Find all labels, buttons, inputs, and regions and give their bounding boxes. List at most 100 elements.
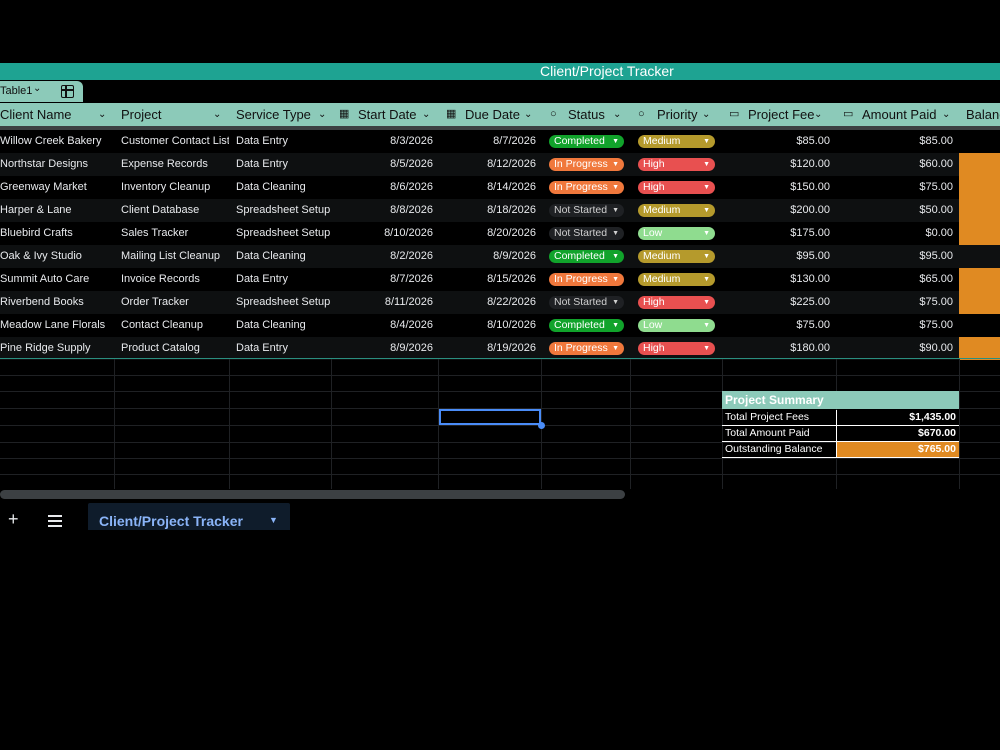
chip-dropdown-icon[interactable]: ▼ bbox=[612, 227, 619, 240]
status-chip[interactable]: Completed ▼ bbox=[549, 319, 624, 332]
summary-row[interactable]: Total Project Fees $1,435.00 bbox=[722, 410, 959, 426]
menu-icon[interactable] bbox=[48, 515, 62, 530]
chip-dropdown-icon[interactable]: ▼ bbox=[612, 273, 619, 286]
amount-paid-cell[interactable]: $75.00 bbox=[840, 176, 953, 199]
chevron-down-icon[interactable]: ⌄ bbox=[524, 103, 532, 126]
column-header-start-date[interactable]: Start Date bbox=[358, 103, 417, 126]
service-type-cell[interactable]: Data Cleaning bbox=[236, 245, 331, 268]
balance-cell[interactable] bbox=[959, 337, 1000, 360]
status-chip[interactable]: Not Started ▼ bbox=[549, 204, 624, 217]
chip-dropdown-icon[interactable]: ▼ bbox=[703, 158, 710, 171]
amount-paid-cell[interactable]: $85.00 bbox=[840, 130, 953, 153]
column-header-priority[interactable]: Priority bbox=[657, 103, 697, 126]
column-header-service-type[interactable]: Service Type bbox=[236, 103, 311, 126]
chevron-down-icon[interactable]: ⌄ bbox=[33, 83, 41, 94]
balance-cell[interactable] bbox=[959, 199, 1000, 222]
chip-dropdown-icon[interactable]: ▼ bbox=[612, 296, 619, 309]
start-date-cell[interactable]: 8/4/2026 bbox=[340, 314, 433, 337]
chip-dropdown-icon[interactable]: ▼ bbox=[612, 158, 619, 171]
chip-dropdown-icon[interactable]: ▼ bbox=[703, 273, 710, 286]
project-fee-cell[interactable]: $175.00 bbox=[730, 222, 830, 245]
service-type-cell[interactable]: Data Cleaning bbox=[236, 314, 331, 337]
due-date-cell[interactable]: 8/22/2026 bbox=[446, 291, 536, 314]
priority-chip[interactable]: High ▼ bbox=[638, 158, 715, 171]
due-date-cell[interactable]: 8/12/2026 bbox=[446, 153, 536, 176]
status-chip[interactable]: Not Started ▼ bbox=[549, 227, 624, 240]
priority-chip[interactable]: Low ▼ bbox=[638, 319, 715, 332]
start-date-cell[interactable]: 8/6/2026 bbox=[340, 176, 433, 199]
column-header-status[interactable]: Status bbox=[568, 103, 605, 126]
chip-dropdown-icon[interactable]: ▼ bbox=[703, 204, 710, 217]
client-name-cell[interactable]: Greenway Market bbox=[0, 176, 112, 199]
balance-cell[interactable] bbox=[959, 153, 1000, 176]
chevron-down-icon[interactable]: ⌄ bbox=[702, 103, 710, 126]
service-type-cell[interactable]: Data Entry bbox=[236, 130, 331, 153]
project-fee-cell[interactable]: $225.00 bbox=[730, 291, 830, 314]
due-date-cell[interactable]: 8/9/2026 bbox=[446, 245, 536, 268]
due-date-cell[interactable]: 8/15/2026 bbox=[446, 268, 536, 291]
start-date-cell[interactable]: 8/9/2026 bbox=[340, 337, 433, 360]
due-date-cell[interactable]: 8/7/2026 bbox=[446, 130, 536, 153]
project-cell[interactable]: Product Catalog bbox=[121, 337, 229, 360]
table-row[interactable]: Bluebird Crafts Sales Tracker Spreadsheet … bbox=[0, 222, 1000, 245]
service-type-cell[interactable]: Spreadsheet Setup bbox=[236, 222, 331, 245]
project-cell[interactable]: Contact Cleanup bbox=[121, 314, 229, 337]
status-chip[interactable]: In Progress ▼ bbox=[549, 158, 624, 171]
chip-dropdown-icon[interactable]: ▼ bbox=[612, 319, 619, 332]
start-date-cell[interactable]: 8/3/2026 bbox=[340, 130, 433, 153]
start-date-cell[interactable]: 8/5/2026 bbox=[340, 153, 433, 176]
chip-dropdown-icon[interactable]: ▼ bbox=[612, 342, 619, 355]
table-row[interactable]: Summit Auto Care Invoice Records Data Entr… bbox=[0, 268, 1000, 291]
project-fee-cell[interactable]: $120.00 bbox=[730, 153, 830, 176]
service-type-cell[interactable]: Data Cleaning bbox=[236, 176, 331, 199]
column-header-due-date[interactable]: Due Date bbox=[465, 103, 520, 126]
service-type-cell[interactable]: Data Entry bbox=[236, 268, 331, 291]
table-row[interactable]: Willow Creek Bakery Customer Contact List… bbox=[0, 130, 1000, 153]
priority-chip[interactable]: Medium ▼ bbox=[638, 250, 715, 263]
due-date-cell[interactable]: 8/20/2026 bbox=[446, 222, 536, 245]
client-name-cell[interactable]: Pine Ridge Supply bbox=[0, 337, 112, 360]
status-chip[interactable]: In Progress ▼ bbox=[549, 342, 624, 355]
due-date-cell[interactable]: 8/19/2026 bbox=[446, 337, 536, 360]
project-cell[interactable]: Customer Contact List bbox=[121, 130, 229, 153]
client-name-cell[interactable]: Riverbend Books bbox=[0, 291, 112, 314]
amount-paid-cell[interactable]: $75.00 bbox=[840, 291, 953, 314]
due-date-cell[interactable]: 8/10/2026 bbox=[446, 314, 536, 337]
priority-chip[interactable]: High ▼ bbox=[638, 342, 715, 355]
priority-chip[interactable]: High ▼ bbox=[638, 181, 715, 194]
chip-dropdown-icon[interactable]: ▼ bbox=[703, 135, 710, 148]
project-cell[interactable]: Inventory Cleanup bbox=[121, 176, 229, 199]
priority-chip[interactable]: Low ▼ bbox=[638, 227, 715, 240]
status-chip[interactable]: Completed ▼ bbox=[549, 250, 624, 263]
dropdown-arrow-icon[interactable]: ▼ bbox=[269, 515, 278, 525]
column-header-balance[interactable]: Balance bbox=[966, 103, 1000, 126]
start-date-cell[interactable]: 8/7/2026 bbox=[340, 268, 433, 291]
chip-dropdown-icon[interactable]: ▼ bbox=[703, 342, 710, 355]
project-cell[interactable]: Sales Tracker bbox=[121, 222, 229, 245]
project-cell[interactable]: Mailing List Cleanup bbox=[121, 245, 229, 268]
summary-row[interactable]: Outstanding Balance $765.00 bbox=[722, 442, 959, 458]
table-row[interactable]: Harper & Lane Client Database Spreadsheet … bbox=[0, 199, 1000, 222]
project-fee-cell[interactable]: $180.00 bbox=[730, 337, 830, 360]
project-fee-cell[interactable]: $200.00 bbox=[730, 199, 830, 222]
selected-cell[interactable] bbox=[439, 409, 541, 425]
project-fee-cell[interactable]: $85.00 bbox=[730, 130, 830, 153]
priority-chip[interactable]: Medium ▼ bbox=[638, 204, 715, 217]
amount-paid-cell[interactable]: $60.00 bbox=[840, 153, 953, 176]
table-row[interactable]: Riverbend Books Order Tracker Spreadsheet … bbox=[0, 291, 1000, 314]
amount-paid-cell[interactable]: $0.00 bbox=[840, 222, 953, 245]
status-chip[interactable]: In Progress ▼ bbox=[549, 181, 624, 194]
summary-row[interactable]: Total Amount Paid $670.00 bbox=[722, 426, 959, 442]
start-date-cell[interactable]: 8/10/2026 bbox=[340, 222, 433, 245]
chevron-down-icon[interactable]: ⌄ bbox=[318, 103, 326, 126]
amount-paid-cell[interactable]: $95.00 bbox=[840, 245, 953, 268]
amount-paid-cell[interactable]: $50.00 bbox=[840, 199, 953, 222]
chip-dropdown-icon[interactable]: ▼ bbox=[703, 319, 710, 332]
chip-dropdown-icon[interactable]: ▼ bbox=[703, 227, 710, 240]
client-name-cell[interactable]: Harper & Lane bbox=[0, 199, 112, 222]
chip-dropdown-icon[interactable]: ▼ bbox=[703, 250, 710, 263]
client-name-cell[interactable]: Summit Auto Care bbox=[0, 268, 112, 291]
table-name-tab[interactable]: Table1 ⌄ bbox=[0, 81, 83, 102]
due-date-cell[interactable]: 8/14/2026 bbox=[446, 176, 536, 199]
table-row[interactable]: Meadow Lane Florals Contact Cleanup Data C… bbox=[0, 314, 1000, 337]
